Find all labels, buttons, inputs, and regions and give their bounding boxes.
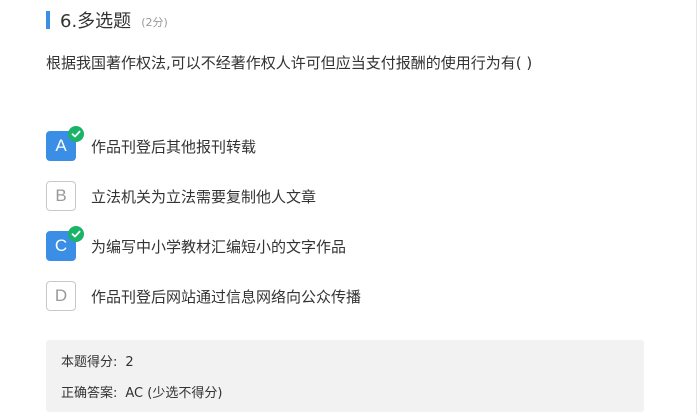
option-a-badge[interactable]: A	[46, 126, 84, 161]
option-text: 作品刊登后其他报刊转载	[91, 137, 257, 156]
score-value: 2	[125, 355, 134, 370]
option-text: 作品刊登后网站通过信息网络向公众传播	[91, 287, 362, 306]
question-stem: 根据我国著作权法,可以不经著作权人许可但应当支付报酬的使用行为有( )	[46, 54, 533, 72]
check-circle-icon	[68, 126, 84, 142]
answer-panel: 本题得分: 2 正确答案: AC (少选不得分)	[46, 340, 644, 412]
check-circle-icon	[68, 226, 84, 242]
correct-answer-label: 正确答案:	[61, 386, 118, 401]
option-c-badge[interactable]: C	[46, 226, 84, 261]
option-text: 为编写中小学教材汇编短小的文字作品	[91, 237, 347, 256]
option-c[interactable]: C 为编写中小学教材汇编短小的文字作品	[46, 226, 347, 261]
title-accent-bar	[46, 11, 50, 29]
option-d-badge[interactable]: D	[46, 281, 76, 311]
correct-answer-value: AC (少选不得分)	[125, 386, 223, 401]
option-letter: D	[54, 286, 68, 305]
score-label: 本题得分:	[61, 355, 118, 370]
score-line: 本题得分: 2	[61, 351, 134, 370]
question-score: (2分)	[141, 16, 168, 29]
question-header: 6.多选题 (2分)	[46, 8, 168, 32]
option-d[interactable]: D 作品刊登后网站通过信息网络向公众传播	[46, 281, 361, 311]
option-letter: A	[55, 136, 67, 155]
question-title: 6.多选题	[60, 11, 132, 32]
option-a[interactable]: A 作品刊登后其他报刊转载	[46, 126, 257, 161]
option-b[interactable]: B 立法机关为立法需要复制他人文章	[46, 181, 316, 211]
option-letter: C	[54, 236, 68, 255]
option-text: 立法机关为立法需要复制他人文章	[91, 187, 317, 206]
option-b-badge[interactable]: B	[46, 181, 76, 211]
option-letter: B	[55, 186, 67, 205]
correct-answer-line: 正确答案: AC (少选不得分)	[61, 382, 222, 401]
